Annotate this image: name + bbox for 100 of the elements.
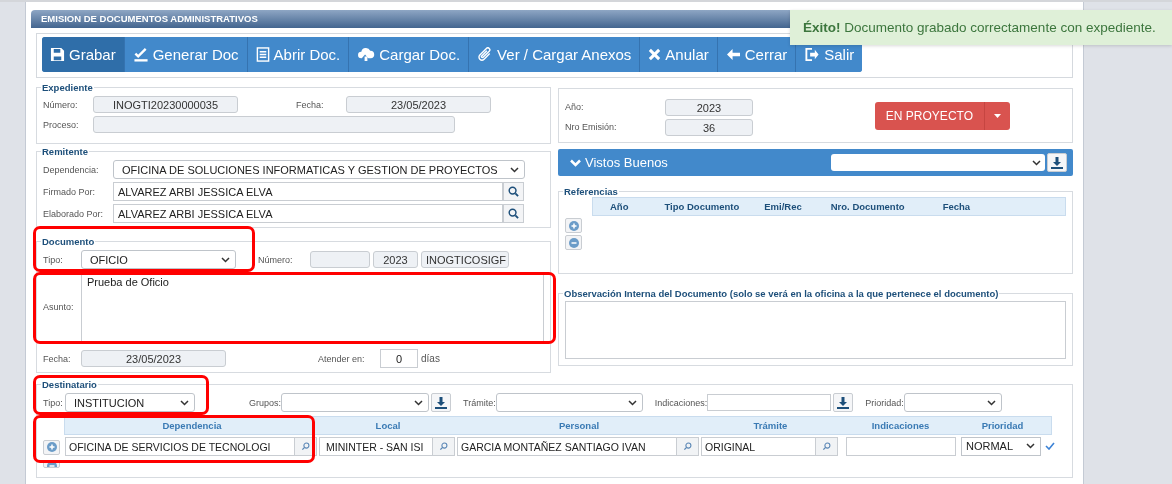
import-button[interactable] xyxy=(833,393,854,412)
field-label: Firmado Por: xyxy=(43,186,96,197)
dropdown-field[interactable] xyxy=(903,393,1002,412)
text-field[interactable]: ALVAREZ ARBI JESSICA ELVA xyxy=(113,182,503,201)
table-cell[interactable]: GARCIA MONTAÑEZ SANTIAGO IVAN xyxy=(457,436,677,456)
observation-textarea[interactable] xyxy=(565,301,1066,359)
search-icon xyxy=(439,441,448,451)
chevron-down-icon xyxy=(1032,159,1041,166)
text-field[interactable]: ALVAREZ ARBI JESSICA ELVA xyxy=(113,204,503,223)
import-button[interactable] xyxy=(1047,153,1067,172)
toolbar-button[interactable]: Ver / Cargar Anexos xyxy=(469,37,641,72)
instructions-field[interactable] xyxy=(707,394,832,411)
checkmark-icon xyxy=(1045,442,1055,450)
minus-circle-icon xyxy=(568,237,579,248)
caret-icon xyxy=(994,113,1001,118)
column-header: Local xyxy=(374,420,402,431)
number-field xyxy=(310,251,370,268)
exit-icon xyxy=(804,47,821,62)
search-icon xyxy=(508,186,519,197)
dropdown-field[interactable] xyxy=(495,393,643,412)
search-button[interactable] xyxy=(295,436,317,456)
paperclip-icon xyxy=(477,47,494,62)
dropdown-field[interactable]: INSTITUCION xyxy=(65,393,195,412)
dropdown-field[interactable] xyxy=(281,393,429,412)
column-header: Emi/Rec xyxy=(764,201,802,212)
field-label: Año: xyxy=(565,102,585,112)
field-label: Tipo: xyxy=(43,397,64,408)
column-header: Dependencia xyxy=(161,420,223,431)
toolbar-button[interactable]: Cargar Doc. xyxy=(349,37,470,72)
search-icon xyxy=(822,441,831,451)
column-header: Año xyxy=(610,201,629,212)
chevron-down-icon xyxy=(627,399,637,406)
dropdown-field[interactable]: OFICINA DE SOLUCIONES INFORMATICAS Y GESTION DE PROYECTOS xyxy=(113,160,525,179)
search-button[interactable] xyxy=(503,182,524,201)
field-label: Atender en: xyxy=(318,353,366,364)
plus-circle-icon xyxy=(46,442,57,452)
field-label: Grupos: xyxy=(249,397,281,408)
priority-dropdown[interactable]: NORMAL xyxy=(961,436,1041,456)
field-label: Elaborado Por: xyxy=(43,208,105,219)
dropdown-field[interactable] xyxy=(831,154,1045,171)
date-field: 23/05/2023 xyxy=(346,96,491,113)
column-header: Personal xyxy=(557,420,601,431)
table-cell[interactable]: ORIGINAL xyxy=(701,436,816,456)
checkmark-icon xyxy=(132,47,149,62)
section-title: Vistos Buenos xyxy=(585,155,669,170)
toolbar-button[interactable]: Anular xyxy=(640,37,718,72)
close-icon xyxy=(648,48,662,61)
chevron-down-icon xyxy=(986,399,996,406)
field-label: Número: xyxy=(258,254,294,265)
column-header: Trámite xyxy=(752,420,789,431)
add-button[interactable] xyxy=(565,218,582,233)
dropdown-field[interactable]: OFICIO xyxy=(81,250,236,269)
subject-textarea[interactable]: Prueba de Oficio xyxy=(81,272,544,342)
unit-label: días xyxy=(421,353,440,364)
column-header: Prioridad xyxy=(980,420,1025,431)
import-button[interactable] xyxy=(431,393,451,412)
remove-button[interactable] xyxy=(565,235,582,250)
field-label: Dependencia: xyxy=(43,164,100,175)
section-legend: Documento xyxy=(41,236,96,247)
section-legend: Destinatario xyxy=(41,379,98,390)
download-icon xyxy=(435,396,447,409)
column-header: Indicaciones xyxy=(870,420,931,431)
field-label: Trámite: xyxy=(463,397,496,408)
emission-number-field: 36 xyxy=(665,118,753,136)
success-toast: Éxito! Documento grabado correctamente con expediente. xyxy=(790,10,1172,45)
number-field: INOGTI20230000035 xyxy=(93,96,238,113)
section-legend: Observación Interna del Documento (solo se verá en la oficina a la que pertenece el documento) xyxy=(563,288,1000,299)
chevron-down-icon xyxy=(221,256,230,263)
toolbar-button[interactable]: Generar Doc xyxy=(124,37,248,72)
instructions-field[interactable] xyxy=(846,436,956,456)
table-cell[interactable]: MININTER - SAN ISI xyxy=(319,436,433,456)
code-field: INOGTICOSIGF xyxy=(421,251,509,268)
status-dropdown-button[interactable]: EN PROYECTO xyxy=(874,101,1010,130)
toolbar-button[interactable]: Cerrar xyxy=(717,37,797,72)
section-legend: Referencias xyxy=(563,186,619,197)
field-label: Indicaciones: xyxy=(654,397,708,408)
search-button[interactable] xyxy=(503,204,524,223)
column-header: Fecha xyxy=(942,201,971,212)
column-header: Nro. Documento xyxy=(830,201,905,212)
search-icon xyxy=(301,441,310,451)
chevron-down-icon xyxy=(414,399,423,406)
chevron-down-icon xyxy=(180,399,189,406)
add-button[interactable] xyxy=(43,439,60,455)
download-icon xyxy=(837,396,850,409)
search-icon xyxy=(508,208,519,219)
arrow-left-icon xyxy=(725,48,741,61)
section-legend: Expediente xyxy=(41,82,94,93)
year-field: 2023 xyxy=(665,98,753,116)
field-label: Nro Emisión: xyxy=(565,122,618,132)
save-icon xyxy=(50,47,65,62)
field-label: Número: xyxy=(43,99,79,110)
remove-button[interactable] xyxy=(43,460,60,468)
cloud-upload-icon xyxy=(357,47,376,62)
toolbar-button[interactable]: Grabar xyxy=(42,37,125,72)
table-cell[interactable]: OFICINA DE SERVICIOS DE TECNOLOGI xyxy=(65,436,295,456)
chevron-down-icon xyxy=(570,158,581,167)
days-field[interactable]: 0 xyxy=(380,349,418,368)
chevron-down-icon xyxy=(510,166,519,173)
toolbar-button[interactable]: Abrir Doc. xyxy=(247,37,350,72)
date-field: 23/05/2023 xyxy=(81,350,226,367)
